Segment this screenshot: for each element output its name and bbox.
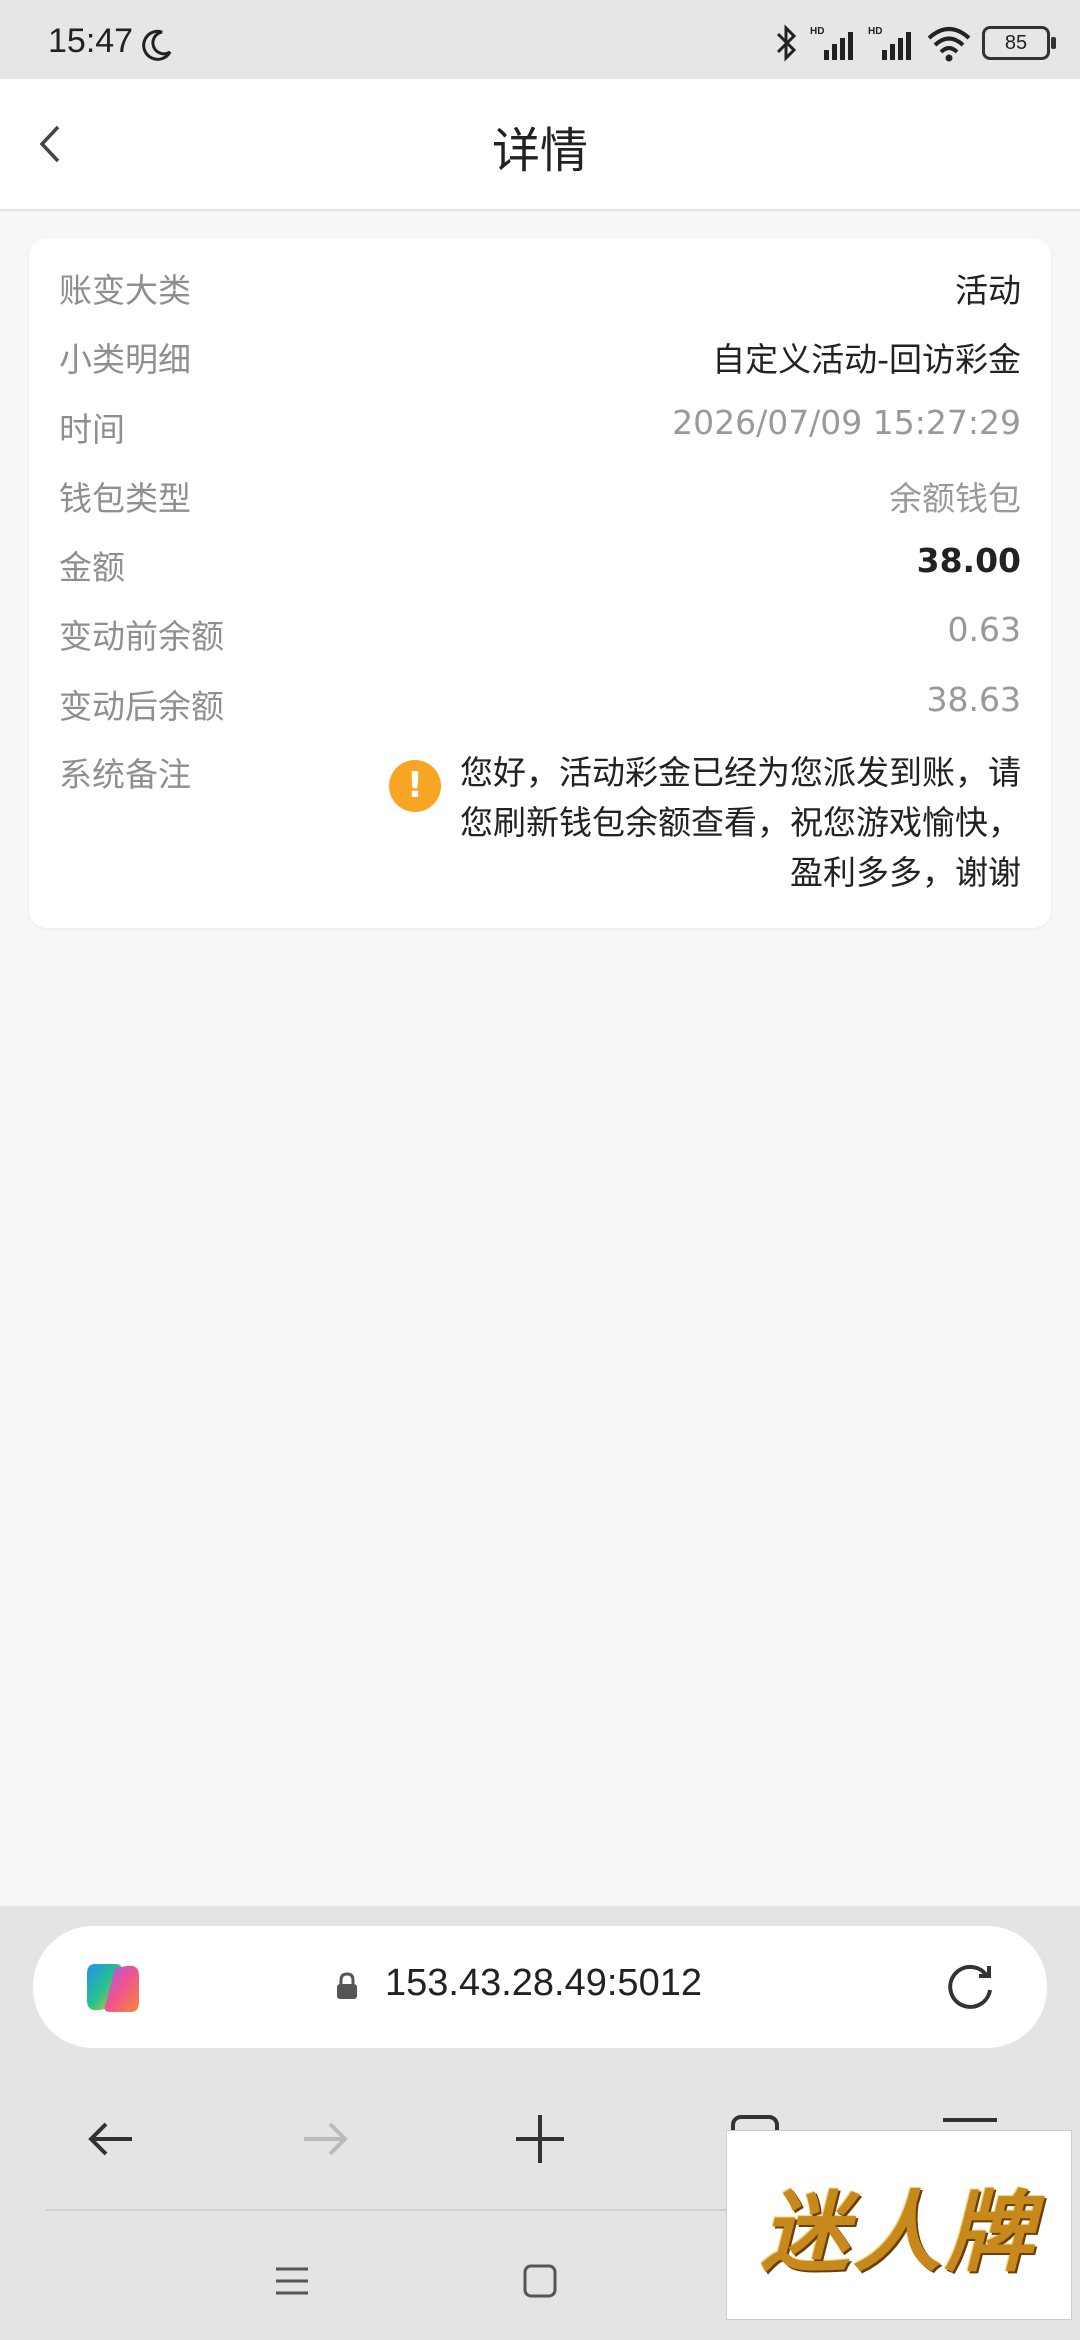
category-value: 活动	[955, 271, 1021, 310]
forward-button[interactable]	[290, 2094, 360, 2184]
status-time: 15:47	[48, 22, 134, 60]
amount-label: 金额	[59, 548, 125, 587]
wifi-icon	[927, 27, 971, 62]
recents-icon	[276, 2267, 308, 2295]
wallet-type-label: 钱包类型	[59, 479, 191, 518]
watermark-text: 迷人牌	[760, 2179, 1037, 2284]
detail-card: 账变大类 活动 小类明细 自定义活动-回访彩金 时间 2026/07/09 15…	[29, 238, 1051, 928]
system-note-text: 您好，活动彩金已经为您派发到账，请 您刷新钱包余额查看，祝您游戏愉快， 盈利多多…	[431, 748, 1021, 898]
page-header: 详情	[0, 79, 1080, 211]
lock-icon	[337, 1972, 357, 1999]
home-square-icon	[523, 2264, 557, 2298]
plus-icon	[516, 2115, 564, 2163]
battery-icon: 85	[982, 26, 1056, 60]
status-icons: HD HD 85	[774, 24, 1056, 62]
subcategory-value: 自定义活动-回访彩金	[712, 340, 1021, 379]
watermark-logo: 迷人牌	[726, 2130, 1072, 2320]
balance-after-value: 38.63	[926, 680, 1021, 719]
address-bar[interactable]: 153.43.28.49:5012	[33, 1926, 1047, 2048]
detail-row-balance-before: 变动前余额 0.63	[59, 610, 1021, 670]
arrow-right-icon	[304, 2122, 348, 2156]
new-tab-button[interactable]	[505, 2094, 575, 2184]
time-label: 时间	[59, 410, 125, 449]
amount-value: 38.00	[916, 541, 1021, 580]
detail-row-time: 时间 2026/07/09 15:27:29	[59, 403, 1021, 463]
detail-row-system-note: 系统备注 ! 您好，活动彩金已经为您派发到账，请 您刷新钱包余额查看，祝您游戏愉…	[59, 748, 1021, 908]
wallet-type-value: 余额钱包	[889, 479, 1021, 518]
status-bar: 15:47 HD HD 85	[0, 0, 1080, 79]
time-value: 2026/07/09 15:27:29	[672, 403, 1021, 442]
svg-text:HD: HD	[868, 26, 882, 37]
page-title: 详情	[491, 123, 588, 179]
detail-row-category: 账变大类 活动	[59, 264, 1021, 324]
detail-row-balance-after: 变动后余额 38.63	[59, 680, 1021, 740]
detail-row-wallet-type: 钱包类型 余额钱包	[59, 472, 1021, 532]
system-note-line: 盈利多多，谢谢	[790, 853, 1021, 892]
system-note-line: 您好，活动彩金已经为您派发到账，请	[460, 753, 1021, 792]
url-text[interactable]: 153.43.28.49:5012	[385, 1962, 702, 2005]
system-note-line: 您刷新钱包余额查看，祝您游戏愉快，	[460, 803, 1021, 842]
balance-before-value: 0.63	[947, 610, 1021, 649]
recents-button[interactable]	[262, 2241, 322, 2321]
balance-before-label: 变动前余额	[59, 617, 224, 656]
hd-signal-icon: HD	[810, 26, 853, 60]
home-button[interactable]	[510, 2241, 570, 2321]
back-button[interactable]	[76, 2094, 146, 2184]
balance-after-label: 变动后余额	[59, 687, 224, 726]
category-label: 账变大类	[59, 271, 191, 310]
detail-row-amount: 金额 38.00	[59, 541, 1021, 601]
svg-text:HD: HD	[810, 26, 824, 37]
system-note-label: 系统备注	[59, 755, 191, 794]
bluetooth-icon	[776, 24, 797, 62]
reload-icon[interactable]	[941, 1958, 999, 2016]
subcategory-label: 小类明细	[59, 340, 191, 379]
detail-row-subcategory: 小类明细 自定义活动-回访彩金	[59, 333, 1021, 393]
copilot-icon[interactable]	[81, 1956, 145, 2020]
hd-signal-icon: HD	[868, 26, 911, 60]
moon-icon	[142, 29, 172, 61]
arrow-left-icon	[88, 2122, 132, 2156]
